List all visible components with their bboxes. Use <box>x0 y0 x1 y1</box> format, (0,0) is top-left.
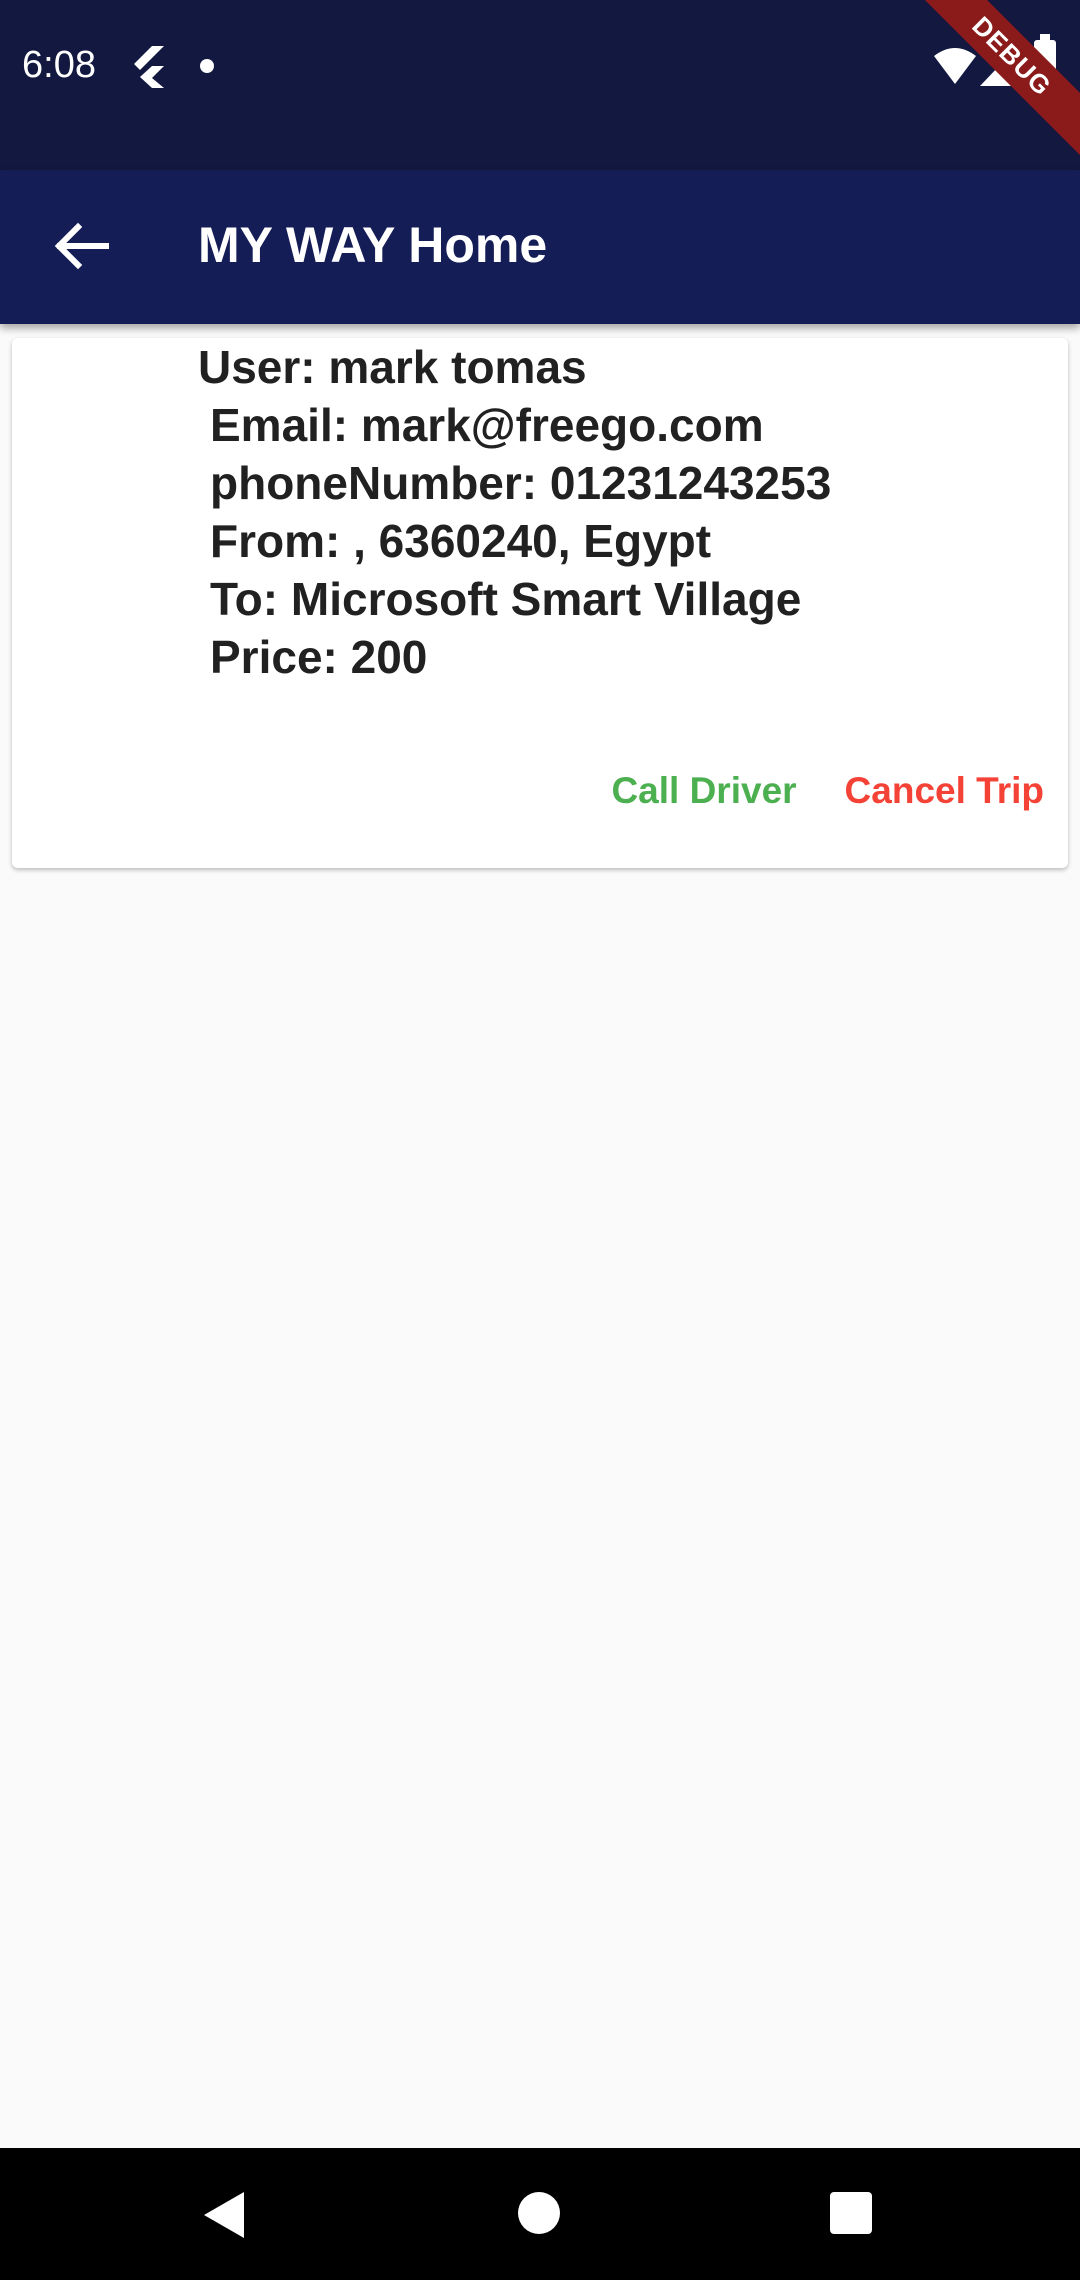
nav-back-icon[interactable] <box>204 2192 244 2238</box>
trip-from: From: , 6360240, Egypt <box>210 515 712 567</box>
status-time: 6:08 <box>22 44 96 86</box>
nav-recents-icon[interactable] <box>830 2192 872 2234</box>
app-bar: MY WAY Home <box>0 170 1080 324</box>
status-bar: 6:08 DEBUG <box>0 0 1080 170</box>
back-button[interactable] <box>44 206 124 286</box>
trip-info: User: mark tomas Email: mark@freego.com … <box>198 338 831 686</box>
trip-email: Email: mark@freego.com <box>210 399 764 451</box>
trip-user: User: mark tomas <box>198 341 587 393</box>
nav-home-icon[interactable] <box>518 2192 560 2234</box>
call-driver-button[interactable]: Call Driver <box>611 770 796 812</box>
card-actions: Call Driver Cancel Trip <box>611 770 1044 812</box>
trip-to: To: Microsoft Smart Village <box>210 573 802 625</box>
trip-card: User: mark tomas Email: mark@freego.com … <box>12 338 1068 868</box>
wifi-icon <box>934 48 976 84</box>
arrow-left-icon <box>54 222 109 270</box>
notification-dot-icon <box>200 59 214 73</box>
trip-phone: phoneNumber: 01231243253 <box>210 457 832 509</box>
trip-price: Price: 200 <box>210 631 428 683</box>
page-title: MY WAY Home <box>198 217 548 273</box>
cancel-trip-button[interactable]: Cancel Trip <box>845 770 1044 812</box>
flutter-icon <box>134 46 164 88</box>
system-nav-bar <box>0 2148 1080 2280</box>
